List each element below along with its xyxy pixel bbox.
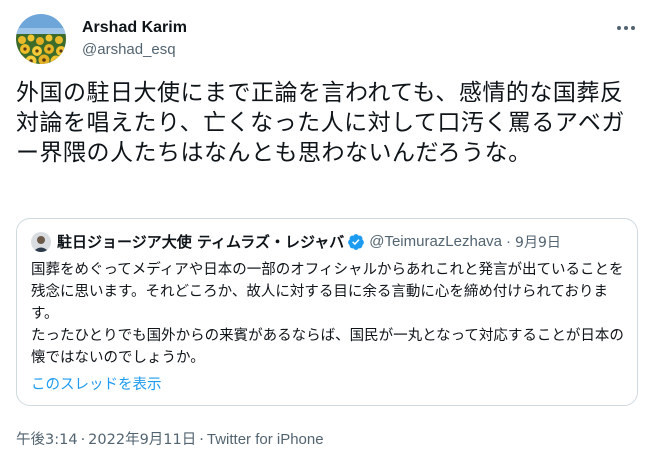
quoted-tweet-date[interactable]: 9月9日 [515,232,561,252]
separator-dot: · [199,432,204,448]
quoted-author-name[interactable]: 駐日ジョージア大使 ティムラズ・レジャバ [57,231,344,252]
tweet: Arshad Karim @arshad_esq 外国の駐日大使にまで正論を言わ… [0,0,656,465]
more-horizontal-icon-dot [617,26,621,30]
more-horizontal-icon-dot [631,26,635,30]
more-options-button[interactable] [614,18,638,38]
verified-badge-icon [347,233,365,251]
author-display-name[interactable]: Arshad Karim [82,18,187,38]
tweet-metadata: 午後3:14 · 2022年9月11日 · Twitter for iPhone [16,428,324,449]
sunflower-field-avatar-icon [16,14,66,64]
tweet-text: 外国の駐日大使にまで正論を言われても、感情的な国葬反対論を唱えたり、亡くなった人… [16,80,625,166]
author-info: Arshad Karim @arshad_esq [82,18,187,60]
quoted-author-avatar[interactable] [31,231,51,252]
avatar[interactable] [16,14,66,64]
person-avatar-icon [31,231,51,252]
separator-dot: · [80,432,86,448]
tweet-time[interactable]: 午後3:14 [16,432,78,448]
quoted-tweet-paragraph: 国葬をめぐってメディアや日本の一部のオフィシャルからあれこれと発言が出ていること… [31,262,624,322]
quoted-tweet-header: 駐日ジョージア大使 ティムラズ・レジャバ @TeimurazLezhava · … [31,231,561,252]
author-handle[interactable]: @arshad_esq [82,40,187,60]
show-thread-link[interactable]: このスレッドを表示 [31,373,162,394]
quoted-author-handle[interactable]: @TeimurazLezhava [369,233,502,250]
more-horizontal-icon-dot [624,26,628,30]
quoted-tweet[interactable]: 駐日ジョージア大使 ティムラズ・レジャバ @TeimurazLezhava · … [16,218,638,406]
separator-dot: · [506,233,512,250]
tweet-date[interactable]: 2022年9月11日 [88,432,196,448]
quoted-tweet-text: 国葬をめぐってメディアや日本の一部のオフィシャルからあれこれと発言が出ていること… [31,259,627,369]
quoted-tweet-paragraph: たったひとりでも国外からの来賓があるならば、国民が一丸となって対応することが日本… [31,328,624,366]
tweet-source[interactable]: Twitter for iPhone [207,431,324,448]
